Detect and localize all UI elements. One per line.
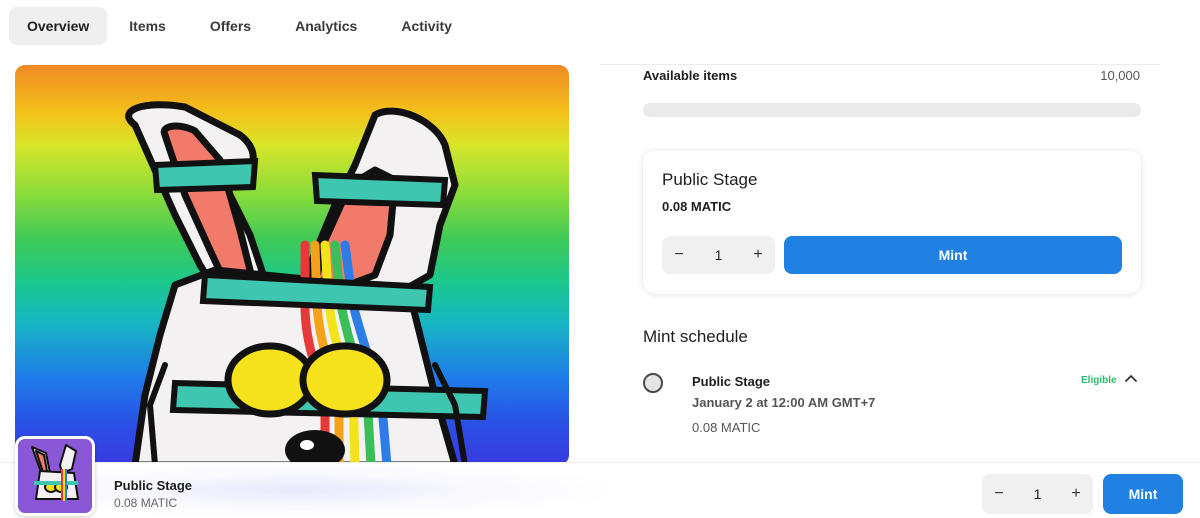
divider [600,64,1160,65]
mint-schedule-heading: Mint schedule [643,327,748,346]
minus-icon[interactable]: − [982,474,1016,514]
eligible-badge: Eligible [1081,375,1117,386]
tab-bar: Overview Items Offers Analytics Activity [9,7,470,45]
schedule-stage-date: January 2 at 12:00 AM GMT+7 [692,395,876,410]
tab-activity[interactable]: Activity [383,7,470,45]
bar-quantity-stepper: − 1 + [982,474,1093,514]
plus-icon[interactable]: + [1059,474,1093,514]
quantity-value[interactable]: 1 [715,247,723,263]
stage-price: 0.08 MATIC [662,199,732,214]
bar-mint-button[interactable]: Mint [1103,474,1183,514]
schedule-stage-name: Public Stage [692,374,771,389]
stage-radio[interactable] [643,373,663,393]
quantity-stepper: − 1 + [662,236,775,274]
rabbit-thumbnail-icon [31,444,79,501]
public-stage-card: Public Stage 0.08 MATIC − 1 + Mint [643,150,1141,294]
schedule-stage-price: 0.08 MATIC [692,420,761,435]
tab-overview[interactable]: Overview [9,7,108,45]
tab-items[interactable]: Items [111,7,184,45]
plus-icon[interactable]: + [741,236,775,274]
available-items-label: Available items [643,68,738,83]
collection-thumbnail [15,436,95,516]
bar-stage-price: 0.08 MATIC [114,496,178,510]
rabbit-illustration [125,101,489,465]
stage-title: Public Stage [662,170,758,189]
minus-icon[interactable]: − [662,236,696,274]
collection-artwork [15,65,569,465]
tab-offers[interactable]: Offers [192,7,269,45]
bar-stage-name: Public Stage [114,478,193,493]
chevron-up-icon[interactable] [1124,372,1138,386]
mint-button[interactable]: Mint [784,236,1122,274]
available-items-value: 10,000 [1100,68,1140,83]
bar-quantity-value[interactable]: 1 [1034,486,1042,502]
tab-analytics[interactable]: Analytics [277,7,375,45]
mint-progress-bar [643,103,1141,117]
